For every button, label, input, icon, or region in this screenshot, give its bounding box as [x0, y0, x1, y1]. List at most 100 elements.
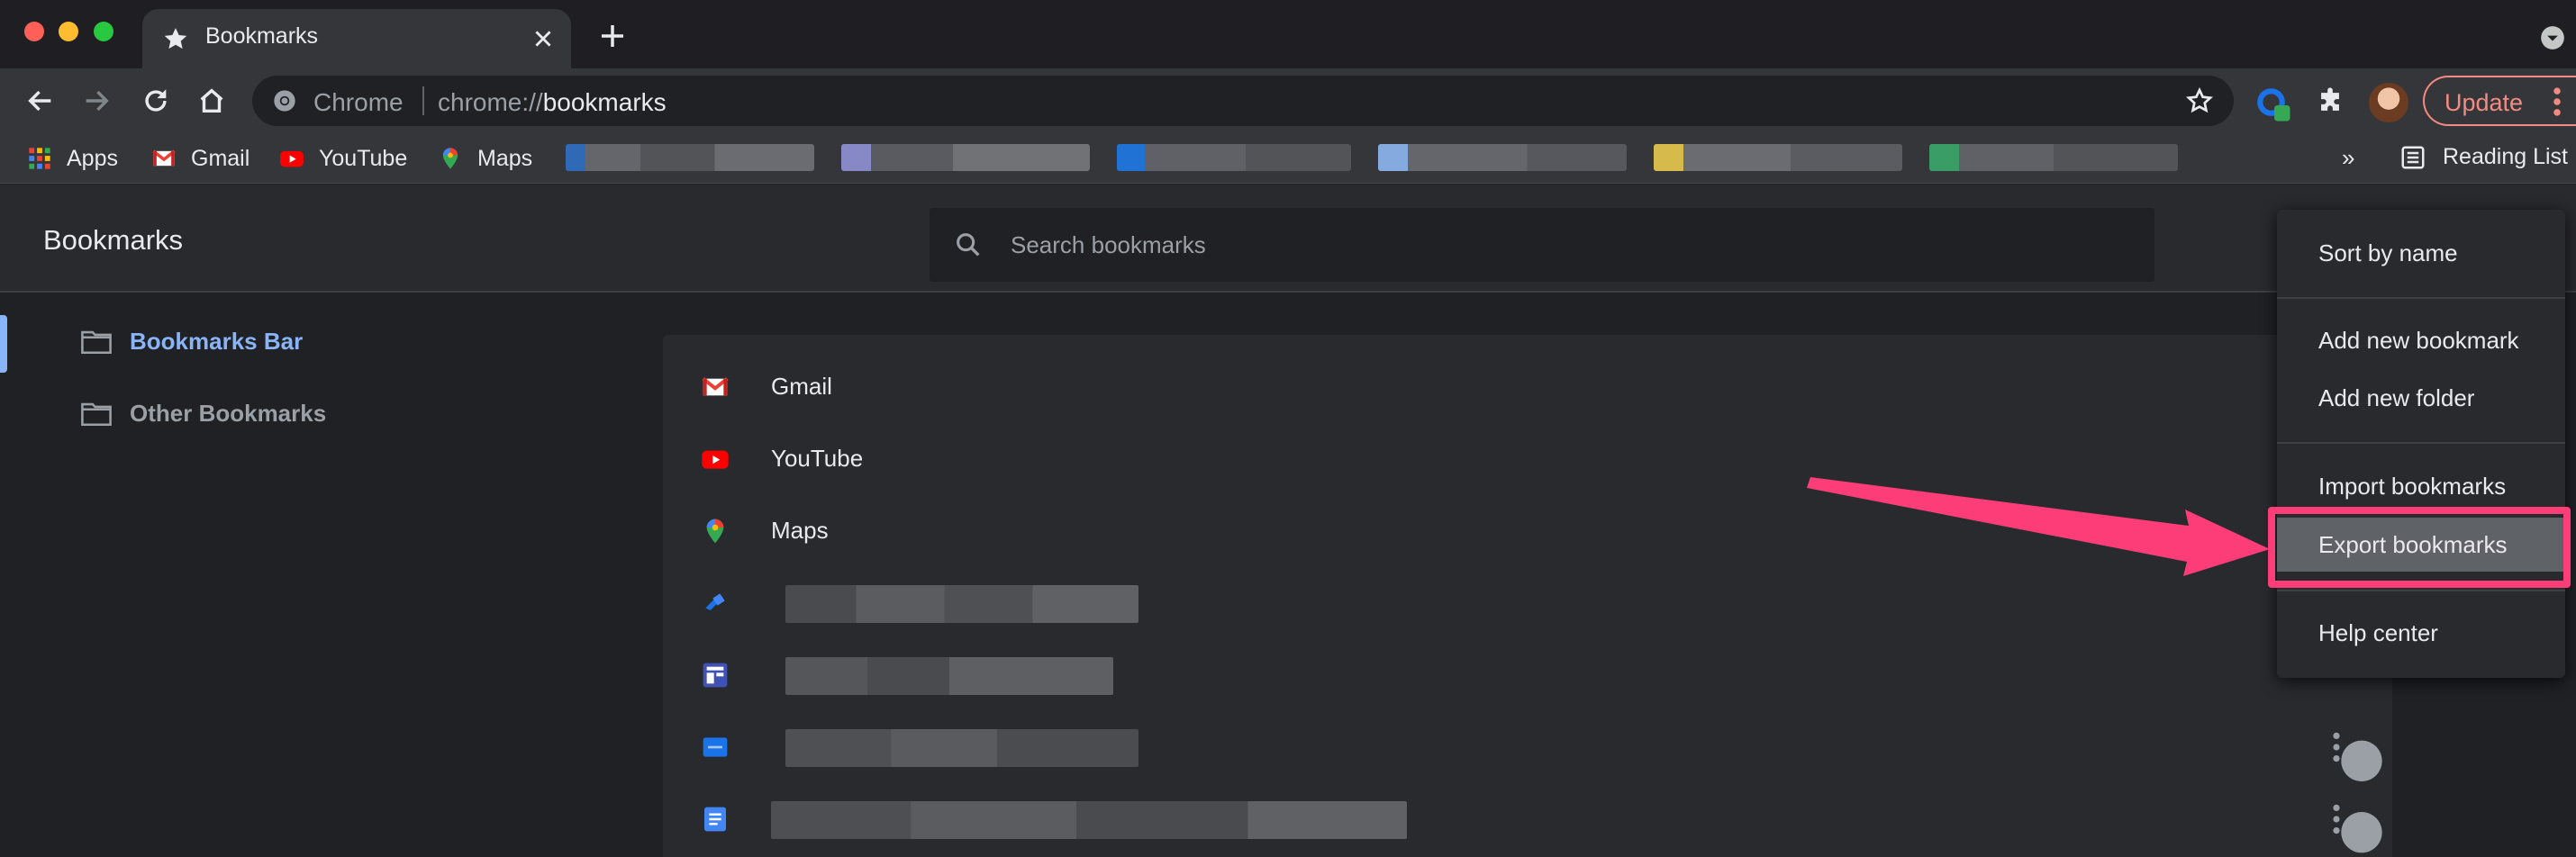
bookmark-title: YouTube [771, 445, 864, 472]
chrome-icon [274, 90, 295, 112]
webpage-icon [703, 663, 728, 688]
menu-item-help-center[interactable]: Help center [2277, 606, 2565, 660]
bookmark-row-obscured[interactable] [663, 711, 2392, 783]
bookmark-row-obscured[interactable] [663, 639, 2392, 711]
obscured-bookmark[interactable] [1929, 144, 2178, 171]
menu-item-add-new-bookmark[interactable]: Add new bookmark [2277, 313, 2565, 367]
maps-icon [442, 148, 458, 169]
bookmark-row-maps[interactable]: Maps [663, 495, 2392, 567]
sidebar-item-label: Bookmarks Bar [130, 328, 304, 355]
document-icon [704, 807, 726, 832]
url-path: bookmarks [542, 88, 667, 116]
menu-item-label: Help center [2318, 619, 2438, 646]
bookmarks-manager-header: Bookmarks Search bookmarks [0, 185, 2576, 293]
bookmarks-bar-label: Apps [67, 146, 118, 171]
bookmarks-bar-item-youtube[interactable]: YouTube [279, 144, 414, 173]
home-icon[interactable] [196, 86, 227, 116]
webpage-icon [703, 737, 728, 757]
search-bookmarks-field[interactable]: Search bookmarks [930, 208, 2154, 282]
bookmarks-bar-label: Maps [477, 146, 533, 171]
menu-dots-icon[interactable] [2551, 86, 2563, 117]
search-input[interactable]: Search bookmarks [1011, 231, 1206, 259]
obscured-title [785, 657, 1113, 695]
bookmark-title: Maps [771, 517, 829, 544]
omnibox-separator [422, 86, 424, 115]
obscured-bookmark[interactable] [1117, 144, 1351, 171]
menu-item-label: Sort by name [2318, 239, 2458, 266]
page-title: Bookmarks [43, 224, 184, 256]
bookmark-title: Gmail [771, 373, 832, 400]
reload-icon[interactable] [141, 86, 171, 116]
link-icon [705, 593, 725, 610]
url-scheme-label: Chrome [313, 88, 404, 116]
menu-divider [2277, 297, 2565, 299]
obscured-bookmark[interactable] [1378, 144, 1627, 171]
sidebar-selection-indicator [0, 315, 7, 373]
browser-toolbar: Chrome chrome://bookmarks [0, 68, 2576, 133]
bookmarks-bar-item-maps[interactable]: Maps [438, 144, 546, 173]
obscured-bookmark[interactable] [1654, 144, 1902, 171]
obscured-title [785, 729, 1138, 767]
menu-item-label: Import bookmarks [2318, 473, 2507, 500]
minimize-window-button[interactable] [59, 22, 78, 41]
tab-strip: Bookmarks [0, 0, 2576, 68]
menu-item-sort-by-name[interactable]: Sort by name [2277, 226, 2565, 280]
more-actions-icon[interactable] [2331, 659, 2392, 857]
bookmarks-bar-item-apps[interactable]: Apps [27, 144, 126, 173]
sidebar-item-label: Other Bookmarks [130, 400, 327, 427]
url-prefix: chrome:// [438, 88, 543, 116]
menu-item-add-new-folder[interactable]: Add new folder [2277, 371, 2565, 425]
obscured-title [771, 801, 1407, 839]
extension-icon[interactable] [2255, 86, 2293, 124]
forward-icon[interactable] [81, 86, 112, 116]
update-button[interactable]: Update [2423, 76, 2576, 126]
sidebar-item-other-bookmarks[interactable]: Other Bookmarks [81, 396, 351, 432]
maximize-window-button[interactable] [94, 22, 113, 41]
menu-divider [2277, 442, 2565, 444]
star-icon [164, 28, 187, 50]
address-bar[interactable]: Chrome chrome://bookmarks [252, 76, 2234, 126]
close-window-button[interactable] [24, 22, 44, 41]
bookmark-row-gmail[interactable]: Gmail [663, 351, 2392, 423]
organize-menu: Sort by name Add new bookmark Add new fo… [2277, 210, 2565, 678]
puzzle-icon[interactable] [2315, 86, 2345, 117]
obscured-title [785, 585, 1138, 623]
url-text: chrome://bookmarks [438, 88, 667, 117]
bookmark-row-youtube[interactable]: YouTube [663, 423, 2392, 495]
folder-icon [81, 402, 112, 427]
bookmarks-overflow-button[interactable]: » [2342, 144, 2354, 172]
tab-bookmarks[interactable]: Bookmarks [142, 9, 571, 68]
menu-divider [2277, 590, 2565, 591]
reading-list-icon[interactable] [2399, 144, 2426, 171]
search-icon [957, 233, 980, 257]
folder-icon [81, 330, 112, 355]
sidebar-item-bookmarks-bar[interactable]: Bookmarks Bar [81, 324, 351, 360]
close-tab-icon[interactable] [531, 27, 555, 50]
back-icon[interactable] [25, 86, 56, 116]
bookmarks-bar-label: Gmail [191, 146, 250, 171]
reading-list-label[interactable]: Reading List [2443, 144, 2568, 170]
bookmark-star-icon[interactable] [2185, 86, 2214, 115]
new-tab-icon[interactable] [598, 22, 627, 50]
youtube-icon [280, 150, 304, 167]
menu-item-label: Add new folder [2318, 384, 2475, 411]
menu-item-label: Add new bookmark [2318, 327, 2519, 354]
gmail-icon [702, 377, 729, 396]
bookmarks-bar-label: YouTube [319, 146, 408, 171]
tab-title: Bookmarks [205, 23, 319, 49]
annotation-highlight-box [2268, 507, 2571, 588]
profile-avatar[interactable] [2369, 83, 2408, 122]
update-label: Update [2444, 89, 2524, 116]
bookmarks-bar-item-gmail[interactable]: Gmail [151, 144, 259, 173]
maps-icon [706, 519, 724, 544]
youtube-icon [702, 450, 729, 469]
apps-grid-icon [29, 148, 50, 169]
bookmark-row-obscured[interactable] [663, 567, 2392, 639]
obscured-bookmark[interactable] [841, 144, 1090, 171]
bookmark-list: Gmail YouTube Maps [663, 335, 2392, 857]
gmail-icon [152, 149, 176, 167]
bookmark-row-obscured[interactable] [663, 783, 2392, 855]
menu-item-import-bookmarks[interactable]: Import bookmarks [2277, 459, 2565, 513]
obscured-bookmark[interactable] [566, 144, 814, 171]
tab-search-icon[interactable] [2540, 25, 2565, 50]
